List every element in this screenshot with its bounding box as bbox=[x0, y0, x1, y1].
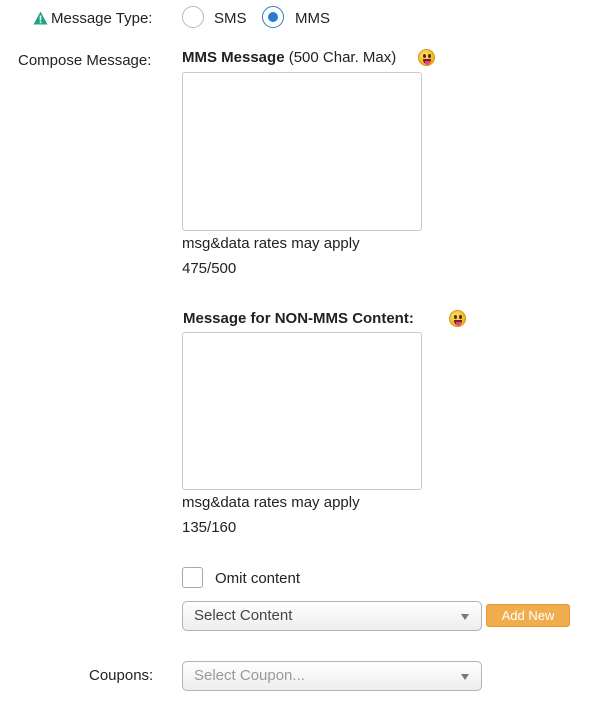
non-mms-char-counter: 135/160 bbox=[182, 519, 237, 536]
emoji-picker-icon-2[interactable] bbox=[449, 310, 466, 327]
warning-icon bbox=[33, 11, 48, 25]
mms-message-title-limit: (500 Char. Max) bbox=[284, 49, 397, 66]
mms-message-title: MMS Message (500 Char. Max) bbox=[182, 49, 396, 66]
sms-radio-label[interactable]: SMS bbox=[214, 10, 247, 27]
select-content-dropdown[interactable]: Select Content bbox=[182, 601, 482, 631]
compose-message-label: Compose Message: bbox=[18, 52, 152, 69]
select-coupon-dropdown[interactable]: Select Coupon... bbox=[182, 661, 482, 691]
emoji-picker-icon[interactable] bbox=[418, 49, 435, 66]
chevron-down-icon bbox=[461, 614, 469, 620]
message-type-label: Message Type: bbox=[51, 10, 153, 27]
omit-content-checkbox[interactable] bbox=[182, 567, 203, 588]
non-mms-rates-note: msg&data rates may apply bbox=[182, 494, 360, 511]
mms-rates-note: msg&data rates may apply bbox=[182, 235, 360, 252]
sms-radio[interactable] bbox=[182, 6, 204, 28]
chevron-down-icon bbox=[461, 674, 469, 680]
select-content-value: Select Content bbox=[194, 607, 293, 624]
mms-char-counter: 475/500 bbox=[182, 260, 237, 277]
coupons-label: Coupons: bbox=[89, 667, 154, 684]
add-new-button[interactable]: Add New bbox=[486, 604, 570, 627]
mms-radio-label[interactable]: MMS bbox=[295, 10, 330, 27]
omit-content-label[interactable]: Omit content bbox=[215, 570, 300, 587]
non-mms-message-textarea[interactable] bbox=[182, 332, 422, 490]
non-mms-message-title: Message for NON-MMS Content: bbox=[183, 310, 414, 327]
mms-message-title-bold: MMS Message bbox=[182, 49, 285, 66]
mms-message-textarea[interactable] bbox=[182, 72, 422, 231]
select-coupon-value: Select Coupon... bbox=[194, 667, 305, 684]
mms-radio[interactable] bbox=[262, 6, 284, 28]
